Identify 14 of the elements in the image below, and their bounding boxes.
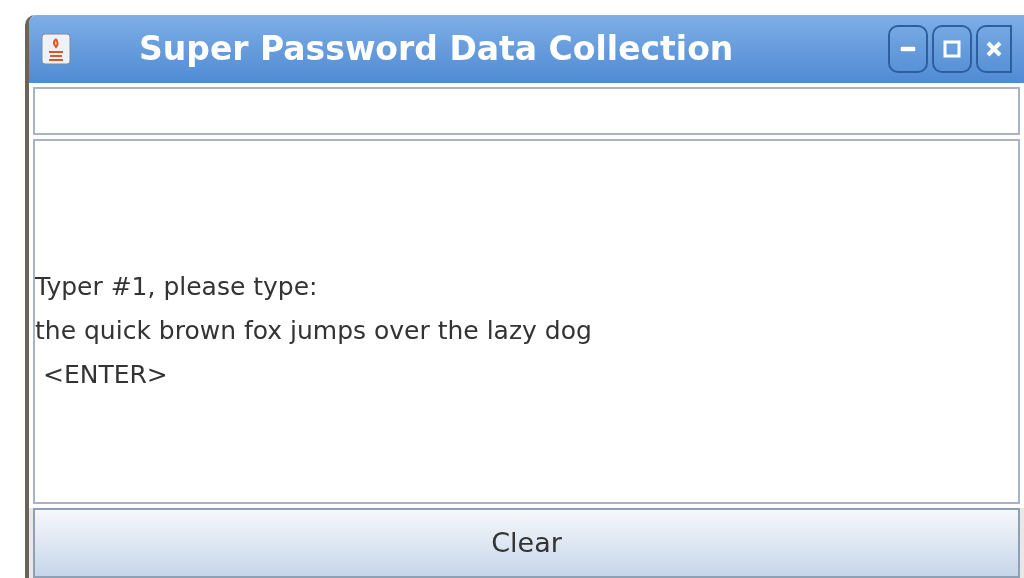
clear-button[interactable]: Clear: [33, 508, 1020, 578]
window-title: Super Password Data Collection: [139, 28, 734, 71]
minimize-icon: [900, 46, 916, 52]
minimize-button[interactable]: [888, 25, 928, 73]
maximize-button[interactable]: [932, 25, 972, 73]
app-icon: [41, 33, 71, 65]
input-field[interactable]: [33, 87, 1020, 135]
text-line: the quick brown fox jumps over the lazy dog: [35, 314, 593, 347]
text-line: Typer #1, please type:: [35, 270, 319, 303]
close-icon: [985, 40, 1003, 58]
close-button[interactable]: [976, 25, 1012, 73]
maximize-icon: [943, 40, 961, 58]
text-area[interactable]: Typer #1, please type: the quick brown fox jumps over the lazy dog <ENTER>: [33, 139, 1020, 504]
text-line: <ENTER>: [41, 358, 169, 391]
